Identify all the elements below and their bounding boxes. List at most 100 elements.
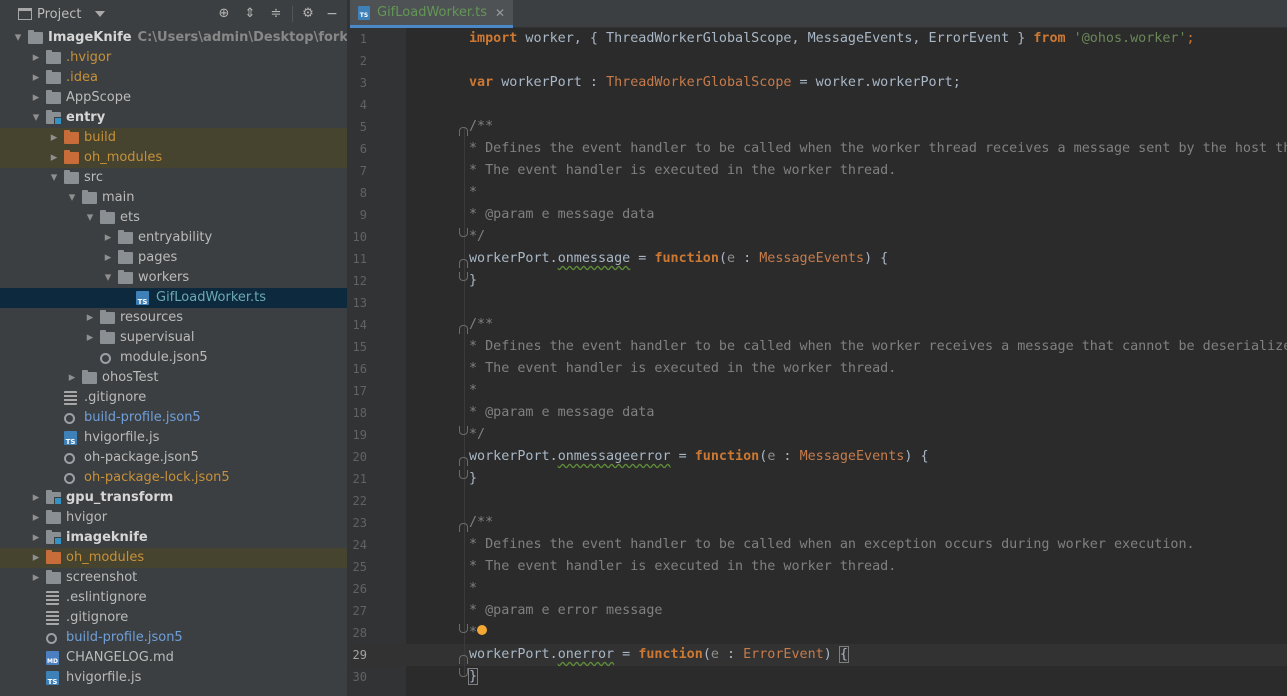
- collapsed-arrow-icon[interactable]: ▸: [84, 328, 96, 348]
- code-line[interactable]: }: [469, 270, 477, 292]
- tree-item[interactable]: ▸ entryability: [0, 228, 347, 248]
- collapsed-arrow-icon[interactable]: ▸: [66, 368, 78, 388]
- code-line[interactable]: * Defines the event handler to be called…: [469, 534, 1195, 556]
- collapsed-arrow-icon[interactable]: ▸: [30, 48, 42, 68]
- tree-item[interactable]: ▸ oh_modules: [0, 548, 347, 568]
- expanded-arrow-icon[interactable]: ▾: [84, 208, 96, 228]
- fold-marker-icon[interactable]: [459, 228, 468, 237]
- project-view-dropdown-icon[interactable]: [95, 11, 106, 17]
- fold-marker-icon[interactable]: [459, 325, 468, 334]
- tree-item[interactable]: oh-package.json5: [0, 448, 347, 468]
- intention-bulb-icon[interactable]: [477, 625, 488, 635]
- code-line[interactable]: * The event handler is executed in the w…: [469, 358, 896, 380]
- gear-icon[interactable]: ⚙: [300, 6, 316, 22]
- code-line[interactable]: * Defines the event handler to be called…: [469, 336, 1287, 358]
- tree-item[interactable]: ▸ hvigor: [0, 508, 347, 528]
- code-line[interactable]: */: [469, 424, 485, 446]
- tree-item[interactable]: MD CHANGELOG.md: [0, 648, 347, 668]
- collapse-all-icon[interactable]: ≑: [268, 6, 284, 22]
- tree-item[interactable]: ▸ build: [0, 128, 347, 148]
- code-line[interactable]: /**: [469, 314, 493, 336]
- tree-item[interactable]: ▸ screenshot: [0, 568, 347, 588]
- tree-item[interactable]: ▸ resources: [0, 308, 347, 328]
- expanded-arrow-icon[interactable]: ▾: [102, 268, 114, 288]
- expanded-arrow-icon[interactable]: ▾: [48, 168, 60, 188]
- code-line[interactable]: *: [469, 380, 477, 402]
- tree-item[interactable]: ▸ gpu_transform: [0, 488, 347, 508]
- tree-item[interactable]: ▸ supervisual: [0, 328, 347, 348]
- expanded-arrow-icon[interactable]: ▾: [66, 188, 78, 208]
- tree-item[interactable]: ▸ AppScope: [0, 88, 347, 108]
- tree-item[interactable]: ▸ oh_modules: [0, 148, 347, 168]
- close-icon[interactable]: ✕: [495, 6, 505, 20]
- fold-marker-icon[interactable]: [459, 655, 468, 664]
- collapsed-arrow-icon[interactable]: ▸: [48, 148, 60, 168]
- fold-marker-icon[interactable]: [459, 457, 468, 466]
- fold-marker-icon[interactable]: [459, 272, 468, 281]
- tree-item[interactable]: oh-package-lock.json5: [0, 468, 347, 488]
- code-line[interactable]: * Defines the event handler to be called…: [469, 138, 1287, 160]
- collapsed-arrow-icon[interactable]: ▸: [30, 88, 42, 108]
- code-line[interactable]: /**: [469, 116, 493, 138]
- fold-marker-icon[interactable]: [459, 426, 468, 435]
- expand-all-icon[interactable]: ⇕: [242, 6, 258, 22]
- code-line[interactable]: var workerPort : ThreadWorkerGlobalScope…: [469, 72, 961, 94]
- tree-item[interactable]: build-profile.json5: [0, 628, 347, 648]
- code-line[interactable]: * The event handler is executed in the w…: [469, 556, 896, 578]
- fold-marker-icon[interactable]: [459, 127, 468, 136]
- collapsed-arrow-icon[interactable]: ▸: [84, 308, 96, 328]
- collapsed-arrow-icon[interactable]: ▸: [102, 228, 114, 248]
- collapsed-arrow-icon[interactable]: ▸: [30, 568, 42, 588]
- tree-item[interactable]: TS hvigorfile.js: [0, 668, 347, 688]
- fold-marker-icon[interactable]: [459, 668, 468, 677]
- tree-item[interactable]: ▸ .hvigor: [0, 48, 347, 68]
- project-panel-title[interactable]: Project: [37, 7, 81, 22]
- code-line[interactable]: }: [467, 666, 479, 688]
- code-line[interactable]: }: [469, 468, 477, 490]
- tree-item[interactable]: TS GifLoadWorker.ts: [0, 288, 347, 308]
- code-line[interactable]: /**: [469, 512, 493, 534]
- tree-item[interactable]: ▸ .idea: [0, 68, 347, 88]
- collapsed-arrow-icon[interactable]: ▸: [30, 68, 42, 88]
- code-line[interactable]: * @param e message data: [469, 402, 654, 424]
- code-line[interactable]: import worker, { ThreadWorkerGlobalScope…: [469, 28, 1195, 50]
- tree-item[interactable]: .eslintignore: [0, 588, 347, 608]
- locate-file-icon[interactable]: ⊕: [216, 6, 232, 22]
- collapsed-arrow-icon[interactable]: ▸: [48, 128, 60, 148]
- fold-marker-icon[interactable]: [459, 259, 468, 268]
- tree-item[interactable]: ▾ main: [0, 188, 347, 208]
- tree-item[interactable]: ▾ src: [0, 168, 347, 188]
- expanded-arrow-icon[interactable]: ▾: [30, 108, 42, 128]
- tree-item[interactable]: ▾ workers: [0, 268, 347, 288]
- tree-item[interactable]: .gitignore: [0, 608, 347, 628]
- code-line[interactable]: * @param e error message: [469, 600, 662, 622]
- fold-marker-icon[interactable]: [459, 470, 468, 479]
- code-line[interactable]: *: [469, 182, 477, 204]
- collapsed-arrow-icon[interactable]: ▸: [30, 528, 42, 548]
- code-line[interactable]: workerPort.onmessageerror = function(e :…: [469, 446, 929, 468]
- code-line[interactable]: workerPort.onmessage = function(e : Mess…: [469, 248, 888, 270]
- tree-item[interactable]: .gitignore: [0, 388, 347, 408]
- code-line[interactable]: *: [469, 622, 488, 644]
- code-line[interactable]: * @param e message data: [469, 204, 654, 226]
- expanded-arrow-icon[interactable]: ▾: [12, 28, 24, 48]
- tree-item[interactable]: module.json5: [0, 348, 347, 368]
- tree-item[interactable]: ▸ ohosTest: [0, 368, 347, 388]
- code-line[interactable]: workerPort.onerror = function(e : ErrorE…: [469, 644, 849, 666]
- tree-item[interactable]: ▾ ets: [0, 208, 347, 228]
- tab-gifloadworker[interactable]: TS GifLoadWorker.ts ✕: [350, 0, 514, 28]
- collapsed-arrow-icon[interactable]: ▸: [30, 508, 42, 528]
- hide-panel-icon[interactable]: −: [324, 6, 340, 22]
- code-line[interactable]: *: [469, 578, 477, 600]
- tree-item[interactable]: TS hvigorfile.js: [0, 428, 347, 448]
- collapsed-arrow-icon[interactable]: ▸: [30, 488, 42, 508]
- tree-item[interactable]: build-profile.json5: [0, 408, 347, 428]
- code-line[interactable]: * The event handler is executed in the w…: [469, 160, 896, 182]
- fold-marker-icon[interactable]: [459, 523, 468, 532]
- collapsed-arrow-icon[interactable]: ▸: [102, 248, 114, 268]
- tree-item[interactable]: ▾ ImageKnifeC:\Users\admin\Desktop\fork_a…: [0, 28, 347, 48]
- collapsed-arrow-icon[interactable]: ▸: [30, 548, 42, 568]
- code-line[interactable]: */: [469, 226, 485, 248]
- tree-item[interactable]: ▸ imageknife: [0, 528, 347, 548]
- tree-item[interactable]: ▾ entry: [0, 108, 347, 128]
